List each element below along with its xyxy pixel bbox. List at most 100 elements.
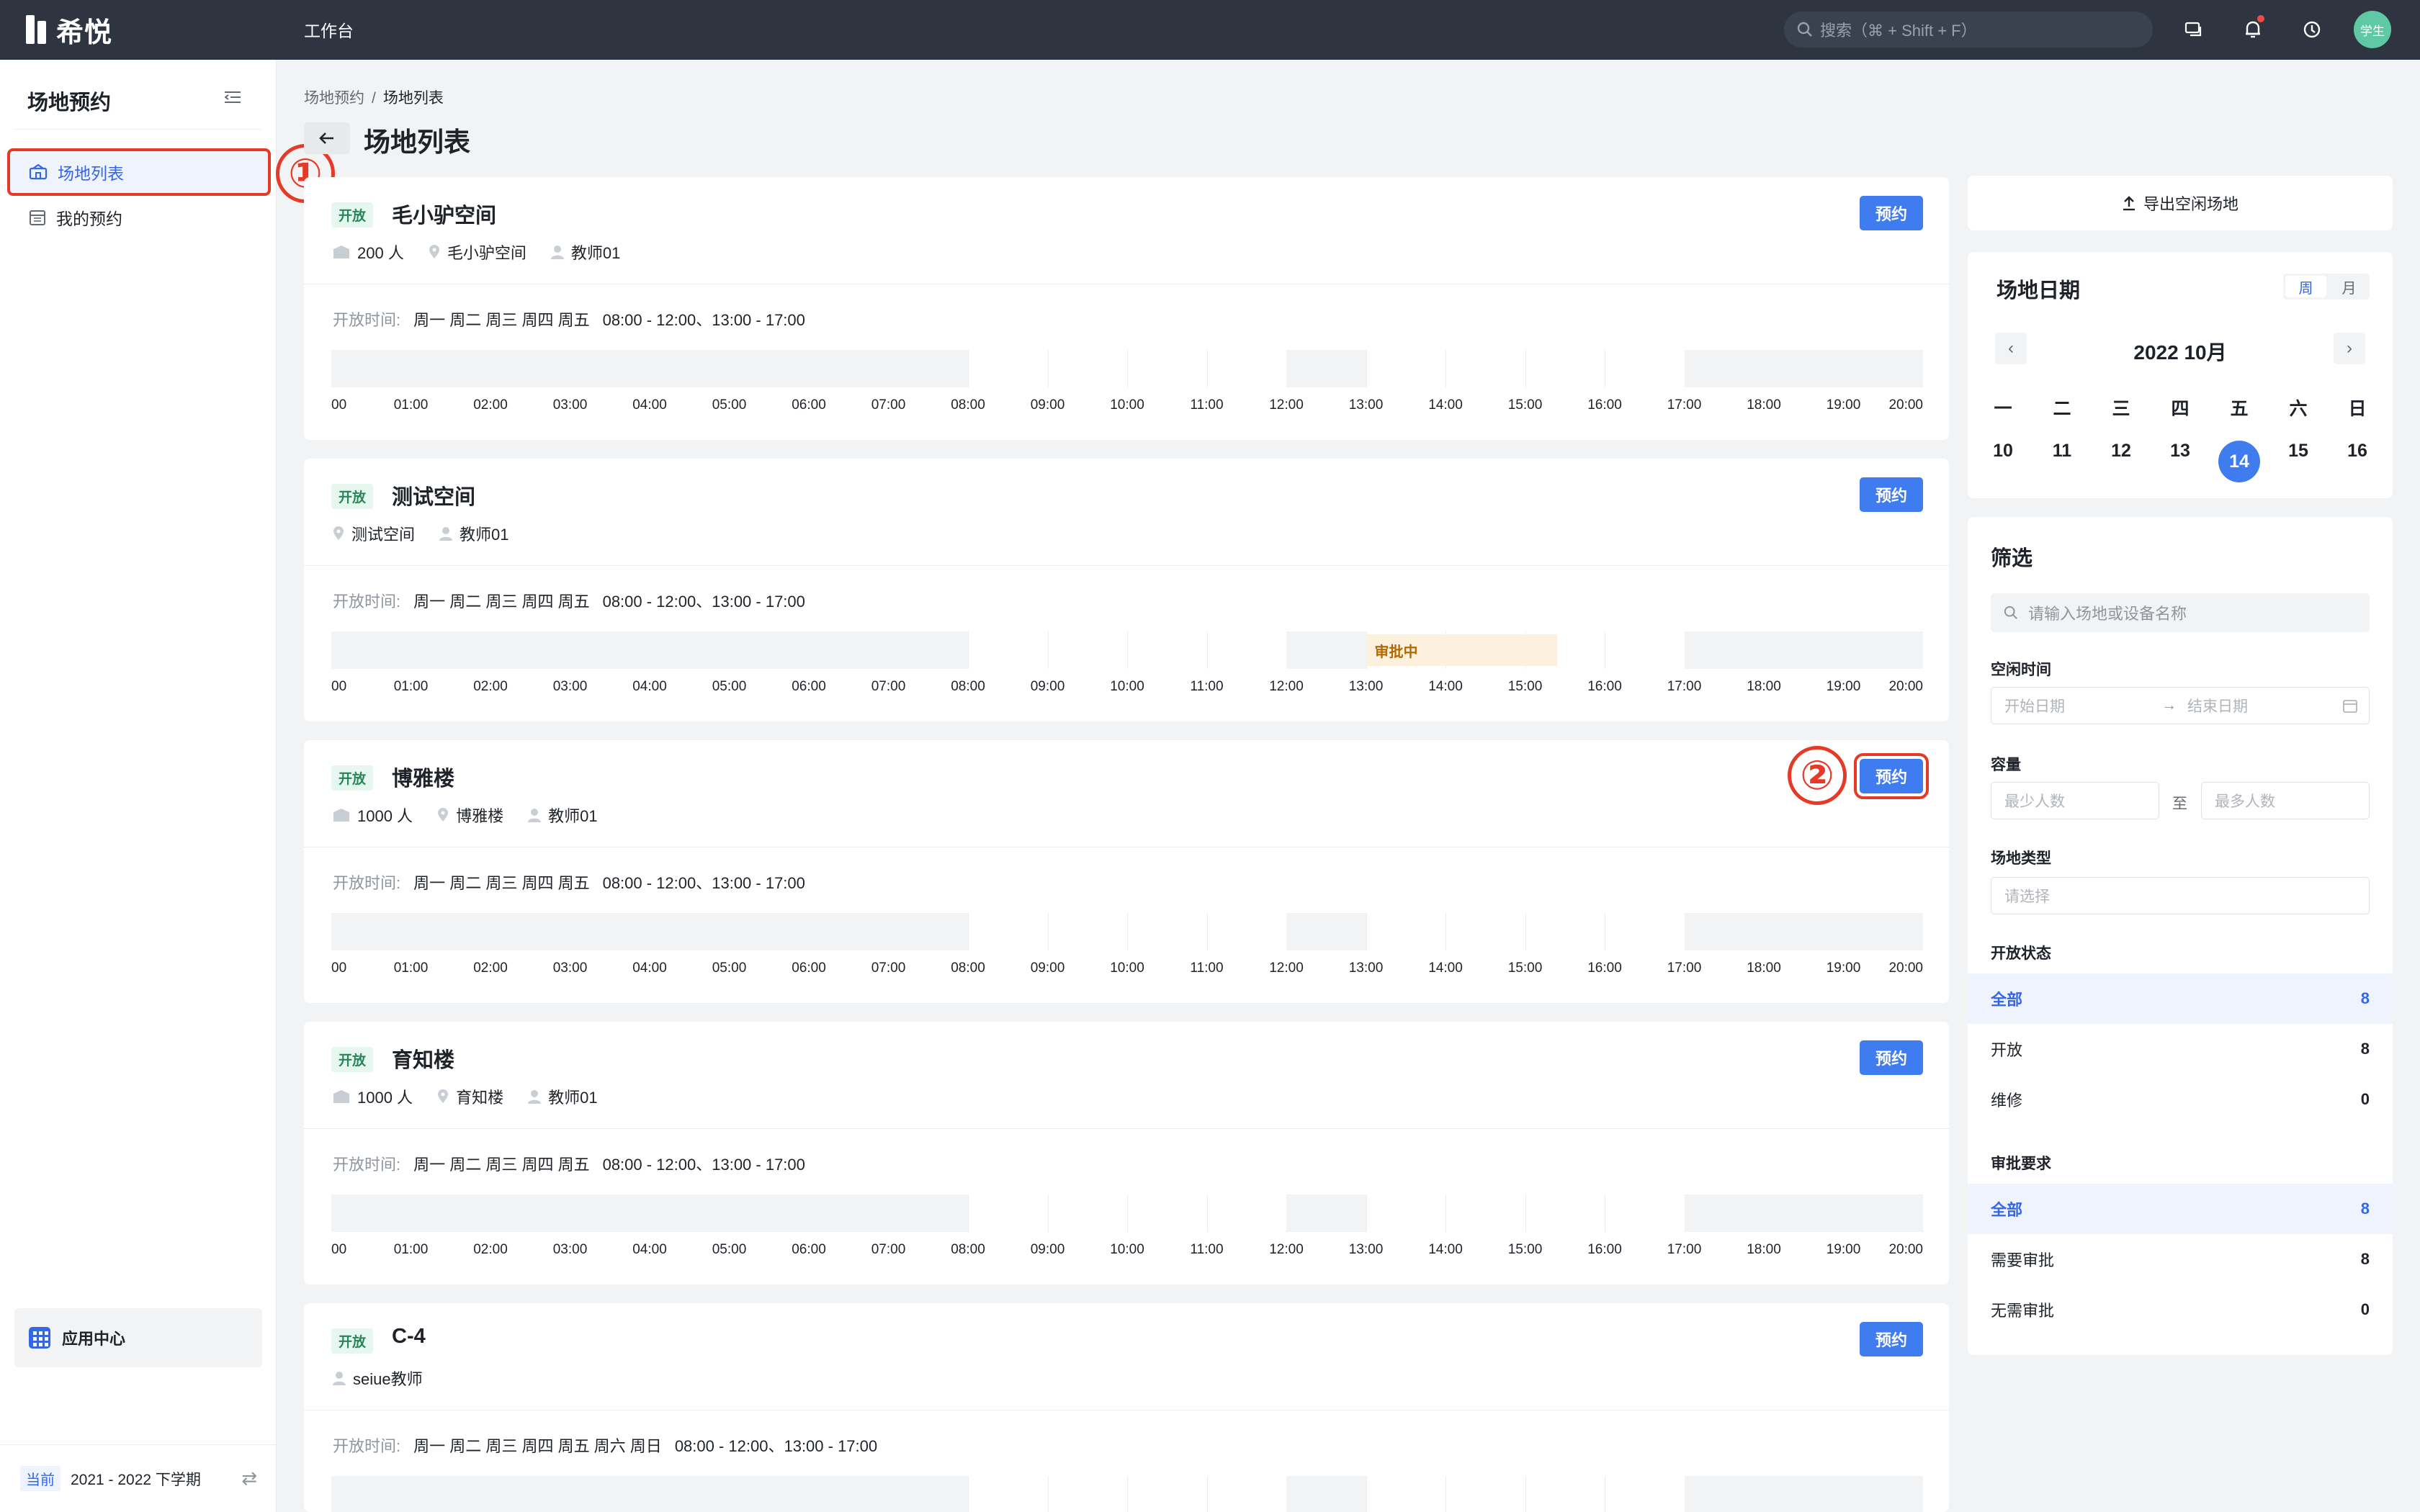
approval-filter-option[interactable]: 需要审批 8 [1968,1234,2393,1284]
availability-timeline[interactable] [331,1194,1923,1232]
location: 测试空间 [333,522,415,545]
back-button[interactable] [304,122,350,154]
open-slot[interactable] [1366,1476,1446,1512]
open-slot[interactable] [1446,350,1525,387]
availability-timeline[interactable] [331,350,1923,387]
open-slot[interactable] [968,913,1048,950]
approval-filter-option[interactable]: 无需审批 0 [1968,1284,2393,1335]
open-slot[interactable] [1206,913,1286,950]
status-filter-option[interactable]: 开放 8 [1968,1024,2393,1074]
open-slot[interactable] [1127,631,1207,669]
open-slot[interactable] [1127,1476,1207,1512]
date-range-picker[interactable]: 开始日期 → 结束日期 [1991,687,2370,724]
sidebar-item-venue-list[interactable]: 场地列表 [7,148,271,196]
book-button[interactable]: 预约 [1860,196,1923,230]
calendar-day-today[interactable]: 14 [2210,441,2269,482]
book-button[interactable]: 预约 [1860,477,1923,512]
open-slot[interactable] [1605,1476,1685,1512]
open-slot[interactable] [1047,1476,1127,1512]
book-button[interactable]: 预约 [1860,1322,1923,1356]
toggle-month[interactable]: 月 [2329,274,2370,300]
location-pin-icon [438,1089,449,1103]
open-slot[interactable] [1366,1194,1446,1232]
open-slot[interactable] [1047,631,1127,669]
toggle-week[interactable]: 周 [2285,276,2326,297]
open-slot[interactable] [1206,1194,1286,1232]
status-filter-option[interactable]: 维修 0 [1968,1074,2393,1125]
open-slot[interactable] [1605,1194,1685,1232]
open-time: 开放时间: 周一 周二 周三 周四 周五 08:00 - 12:00、13:00… [333,307,805,330]
open-slot[interactable] [1127,913,1207,950]
open-slot[interactable] [1127,350,1207,387]
open-slot[interactable] [968,631,1048,669]
app-grid-icon [29,1327,50,1349]
user-icon [333,1372,346,1385]
collapse-sidebar-icon[interactable] [224,90,241,108]
open-slot[interactable] [1047,350,1127,387]
messages-icon[interactable] [2179,15,2208,44]
calendar-day[interactable]: 10 [1973,441,2033,482]
app-center-button[interactable]: 应用中心 [14,1308,262,1367]
option-label: 需要审批 [1991,1251,2055,1269]
export-free-venues-button[interactable]: 导出空闲场地 [1968,176,2393,230]
nav-workbench[interactable]: 工作台 [304,17,354,42]
admin: seiue教师 [333,1367,423,1390]
calendar-day[interactable]: 13 [2151,441,2210,482]
open-slot[interactable] [1446,1476,1525,1512]
calendar-day[interactable]: 15 [2269,441,2328,482]
book-button[interactable]: 预约 [1860,1040,1923,1075]
open-slot[interactable] [1525,913,1605,950]
venue-search-input[interactable]: 请输入场地或设备名称 [1991,593,2370,632]
admin: 教师01 [439,522,509,545]
open-slot[interactable] [1605,913,1685,950]
open-slot[interactable] [1206,350,1286,387]
notification-bell-icon[interactable] [2238,15,2267,44]
open-slot[interactable] [1366,350,1446,387]
availability-timeline[interactable]: 审批中 [331,631,1923,669]
user-avatar[interactable]: 学生 [2354,11,2391,48]
calendar-day[interactable]: 16 [2328,441,2387,482]
user-icon [550,246,564,259]
open-slot[interactable] [1525,1194,1605,1232]
open-slot[interactable] [1047,913,1127,950]
status-filter-option[interactable]: 全部 8 [1968,973,2393,1024]
semester-switcher[interactable]: 当前 2021 - 2022 下学期 ⇄ [0,1444,276,1512]
pending-approval-block[interactable]: 审批中 [1366,634,1557,666]
calendar-day[interactable]: 12 [2092,441,2151,482]
app-logo[interactable]: 希悦 [26,13,112,48]
open-slot[interactable] [1047,1194,1127,1232]
open-slot[interactable] [1605,350,1685,387]
day-number: 13 [2170,441,2190,461]
open-slot[interactable] [1127,1194,1207,1232]
min-capacity-input[interactable]: 最少人数 [1991,782,2159,819]
book-button[interactable]: 预约 [1854,753,1929,799]
option-count: 0 [2360,1300,2370,1318]
closed-slot [1286,913,1366,950]
open-slot[interactable] [1206,1476,1286,1512]
availability-timeline[interactable] [331,1476,1923,1512]
weekday-label: 四 [2171,399,2190,419]
open-slot[interactable] [968,1476,1048,1512]
tick-label: 10:00 [1110,960,1144,976]
open-slot[interactable] [1525,1476,1605,1512]
availability-timeline[interactable] [331,913,1923,950]
approval-filter-option[interactable]: 全部 8 [1968,1184,2393,1234]
max-capacity-input[interactable]: 最多人数 [2201,782,2370,819]
switch-arrows-icon[interactable]: ⇄ [241,1467,257,1490]
closed-slot [331,631,968,669]
open-slot[interactable] [1446,1194,1525,1232]
open-slot[interactable] [1206,631,1286,669]
global-search-input[interactable]: 搜索（⌘ + Shift + F） [1784,12,2153,48]
sidebar-item-my-bookings[interactable]: 我的预约 [10,197,268,238]
open-slot[interactable] [968,350,1048,387]
open-slot[interactable] [1366,913,1446,950]
open-slot[interactable] [968,1194,1048,1232]
breadcrumb-item[interactable]: 场地预约 [304,90,364,107]
open-slot[interactable] [1525,350,1605,387]
calendar-day[interactable]: 11 [2033,441,2092,482]
venue-type-select[interactable]: 请选择 [1991,877,2370,914]
open-slot[interactable] [1605,631,1685,669]
open-slot[interactable] [1446,913,1525,950]
chevron-right-icon[interactable]: › [2334,333,2365,364]
settings-circle-icon[interactable] [2298,15,2326,44]
